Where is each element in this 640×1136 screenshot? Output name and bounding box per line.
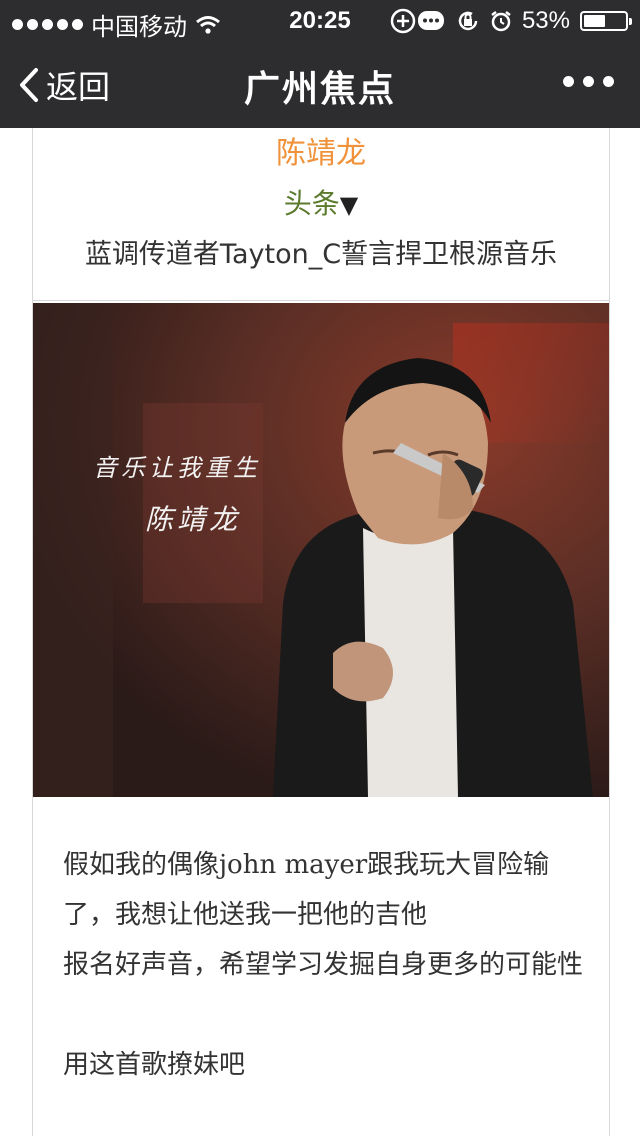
more-options-button[interactable] [563, 76, 614, 87]
article-card: 陈靖龙 头条▼ 蓝调传道者Tayton_C誓言捍卫根源音乐 音乐让我重生 陈靖龙… [32, 128, 610, 1136]
article-paragraph: 报名好声音，希望学习发掘自身更多的可能性 [63, 950, 584, 980]
article-author: 陈靖龙 [276, 136, 366, 171]
more-dot-icon [563, 76, 574, 87]
article-body: 假如我的偶像john mayer跟我玩大冒险输了，我想让他送我一把他的吉他 报名… [63, 840, 583, 1090]
more-dot-icon [583, 76, 594, 87]
tag-label: 头条 [283, 187, 340, 220]
status-right: 53% [390, 7, 632, 35]
article-tag[interactable]: 头条▼ [33, 182, 609, 222]
battery-percent: 53% [521, 7, 570, 34]
article-headline: 蓝调传道者Tayton_C誓言捍卫根源音乐 [84, 239, 558, 270]
navigation-bar: 返回 广州焦点 [0, 40, 640, 128]
article-paragraph: 假如我的偶像john mayer跟我玩大冒险输了，我想让他送我一把他的吉他 [63, 850, 550, 930]
rotation-lock-icon [458, 11, 478, 31]
singer-photo-illustration [33, 303, 609, 797]
page-title: 广州焦点 [243, 69, 396, 110]
alarm-icon [491, 11, 511, 32]
triangle-down-icon: ▼ [339, 191, 359, 219]
app-notification-icon [390, 8, 444, 34]
battery-icon [580, 11, 632, 31]
status-bar: 中国移动 20:25 53% [0, 0, 640, 41]
photo-caption-name: 陈靖龙 [145, 503, 242, 536]
more-dot-icon [603, 76, 614, 87]
battery-fill [584, 15, 605, 27]
article-paragraph: 用这首歌撩妹吧 [63, 1050, 246, 1080]
divider [33, 300, 609, 301]
article-photo: 音乐让我重生 陈靖龙 [33, 303, 609, 797]
photo-caption-title: 音乐让我重生 [93, 454, 261, 482]
